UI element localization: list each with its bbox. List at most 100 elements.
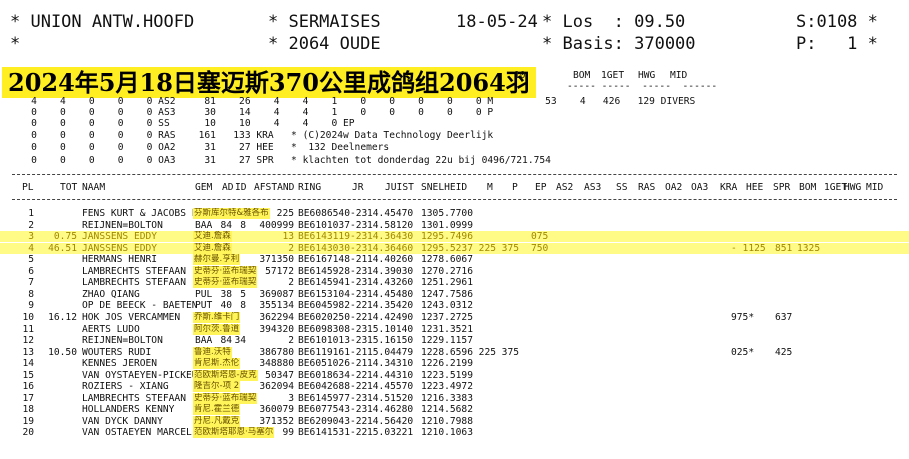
cell-afstand: 371352 xyxy=(259,415,294,427)
club-name: * UNION ANTW.HOOFD xyxy=(10,12,195,32)
cell-gem: PUT xyxy=(195,300,213,312)
table-row: 10 16.12 HOK JOS VERCAMMEN 362294 BE6020250-… xyxy=(0,311,909,323)
summary-line: 0 0 0 0 0 AS3 30 14 4 4 1 0 0 0 0 0 P xyxy=(8,107,494,118)
cell-afstand: 50347 xyxy=(265,369,294,381)
cell-snel: 1295.7496 xyxy=(421,231,473,243)
summary-line: 0 0 0 0 0 OA2 31 27 HEE * 132 Deelnemers xyxy=(8,142,390,153)
cell-naam: LAMBRECHTS STEFAAN xyxy=(82,265,186,277)
chinese-name-tag: 芬斯库尔特&雅各布 xyxy=(193,208,270,219)
column-header-ss: SS xyxy=(616,182,628,193)
basis-distance: * Basis: 370000 xyxy=(542,34,696,54)
cell-afstand: 360079 xyxy=(259,404,294,416)
cell-afstand: 2 xyxy=(288,242,294,254)
table-row: 12 REIJNEN=BOLTON BAA 84 34 2 BE6101013-23 15.1… xyxy=(0,335,909,346)
cell-p: 375 xyxy=(501,346,519,358)
cell-naam: HOK JOS VERCAMMEN xyxy=(82,311,181,323)
summary-line: 0 0 0 0 0 OA3 31 27 SPR * klachten tot d… xyxy=(8,155,551,166)
cell-afstand: 400999 xyxy=(259,219,294,231)
cell-pl: 12 xyxy=(22,335,34,347)
cell-naam: OP DE BEECK - BAETEN xyxy=(82,300,198,312)
cell-naam: LAMBRECHTS STEFAAN xyxy=(82,277,186,289)
cell-gem: PUL xyxy=(195,288,213,300)
cell-juist: 14.36430 xyxy=(367,231,414,243)
chinese-name-tag: 史蒂芬·蓝布瑞契 xyxy=(193,277,258,289)
cell-pl: 14 xyxy=(22,358,34,370)
cell-ring: BE6101013-23 xyxy=(298,335,368,347)
summary-hwg-label: HWG xyxy=(638,70,656,81)
chinese-name-tag: 赫尔曼.亨利 xyxy=(193,254,241,266)
chinese-name-tag: 鲁迪.沃特 xyxy=(193,346,232,358)
cell-m: 225 xyxy=(478,242,496,254)
cell-afstand: 394320 xyxy=(259,323,294,335)
cell-juist: 15.16150 xyxy=(367,335,414,347)
cell-naam: HERMANS HENRI xyxy=(82,254,158,266)
column-header-afstand: AFSTAND xyxy=(254,182,295,193)
cell-juist: 14.44310 xyxy=(367,369,414,381)
column-header-oa3: OA3 xyxy=(691,182,709,193)
cell-afstand: 371350 xyxy=(259,254,294,266)
cell-ring: BE6101037-23 xyxy=(298,219,368,231)
chinese-name-tag: 史蒂芬·蓝布瑞契 xyxy=(193,392,258,404)
cell-gem: BAA xyxy=(195,335,213,347)
cell-pl: 3 xyxy=(28,231,34,243)
summary-mid-label: MID xyxy=(670,70,688,81)
cell-ring: BE6045982-22 xyxy=(298,300,368,312)
cell-hee: 975* xyxy=(731,311,755,323)
divider xyxy=(12,199,897,200)
summary-line: 4 4 0 0 0 AS2 81 26 4 4 1 0 0 0 0 0 M 53… xyxy=(8,96,696,107)
table-row: 18 HOLLANDERS KENNY 360079 BE6077543-23 14.4… xyxy=(0,404,909,416)
cell-juist: 14.51520 xyxy=(367,392,414,404)
cell-naam: HOLLANDERS KENNY xyxy=(82,404,175,416)
cell-ring: BE6051026-21 xyxy=(298,358,368,370)
column-header-mid: MID xyxy=(866,182,884,193)
table-row: 8 ZHAO QIANG PUL 38 5 369087 BE6153104-23 14.45… xyxy=(0,289,909,300)
cell-pl: 16 xyxy=(22,381,34,393)
cell-hee: - 1125 xyxy=(731,242,766,254)
table-row: 15 VAN OYSTAEYEN-PICKEU 50347 BE6018634-22 1… xyxy=(0,369,909,381)
cell-juist: 14.45480 xyxy=(367,288,414,300)
chinese-name-tag: 乔斯.维卡门 xyxy=(193,311,241,323)
table-row: 19 VAN DYCK DANNY 371352 BE6209043-22 14.564… xyxy=(0,415,909,427)
cell-afstand: 2 xyxy=(288,335,294,347)
cell-afstand: 3 xyxy=(288,392,294,404)
column-header-spr: SPR xyxy=(773,182,791,193)
cell-afstand: 57172 xyxy=(265,265,294,277)
table-row: 2 REIJNEN=BOLTON BAA 84 8 400999 BE6101037-23 1… xyxy=(0,220,909,231)
cell-pl: 7 xyxy=(28,277,34,289)
cell-snel: 1228.6596 xyxy=(421,346,473,358)
cell-pl: 8 xyxy=(28,288,34,300)
table-row: 7 LAMBRECHTS STEFAAN 2 BE6145941-23 14.43260… xyxy=(0,277,909,289)
cell-gem: BAA xyxy=(195,219,213,231)
cell-snel: 1226.2199 xyxy=(421,358,473,370)
cell-tot: 16.12 xyxy=(48,311,77,323)
cell-ring: BE6020250-22 xyxy=(298,311,368,323)
cell-snel: 1210.7988 xyxy=(421,415,473,427)
cell-id: 8 xyxy=(240,219,246,231)
cell-naam: AERTS LUDO xyxy=(82,323,140,335)
cell-pl: 13 xyxy=(22,346,34,358)
chinese-name-tag: 丹尼.凡戴克 xyxy=(193,415,241,427)
cell-tot: 46.51 xyxy=(48,242,77,254)
chinese-name-tag: 肯尼.霍兰德 xyxy=(193,404,241,416)
cell-tot: 0.75 xyxy=(53,231,77,243)
cell-naam: LAMBRECHTS STEFAAN xyxy=(82,392,186,404)
cell-juist: 14.40260 xyxy=(367,254,414,266)
cell-afstand: 386780 xyxy=(259,346,294,358)
cell-snel: 1216.3383 xyxy=(421,392,473,404)
cell-juist: 14.36460 xyxy=(367,242,414,254)
column-header-ring: RING xyxy=(298,182,322,193)
race-date: 18-05-24 xyxy=(456,12,538,32)
cell-naam: VAN OYSTAEYEN-PICKEU xyxy=(82,369,198,381)
cell-naam: FENS KURT & JACOBS L xyxy=(82,208,198,219)
cell-juist: 14.58120 xyxy=(367,219,414,231)
cell-snel: 1278.6067 xyxy=(421,254,473,266)
cell-ad: 40 xyxy=(220,300,232,312)
cell-snel: 1247.7586 xyxy=(421,288,473,300)
column-header-jr: JR xyxy=(352,182,364,193)
chinese-name-tag: 艾迪.詹森 xyxy=(193,242,232,254)
table-row: 4 46.51 JANSSENS EDDY 2 BE6143030-23 14.36460… xyxy=(0,242,909,254)
column-header-as3: AS3 xyxy=(584,182,602,193)
cell-naam: WOUTERS RUDI xyxy=(82,346,152,358)
cell-snel: 1214.5682 xyxy=(421,404,473,416)
cell-ring: BE6143030-23 xyxy=(298,242,368,254)
